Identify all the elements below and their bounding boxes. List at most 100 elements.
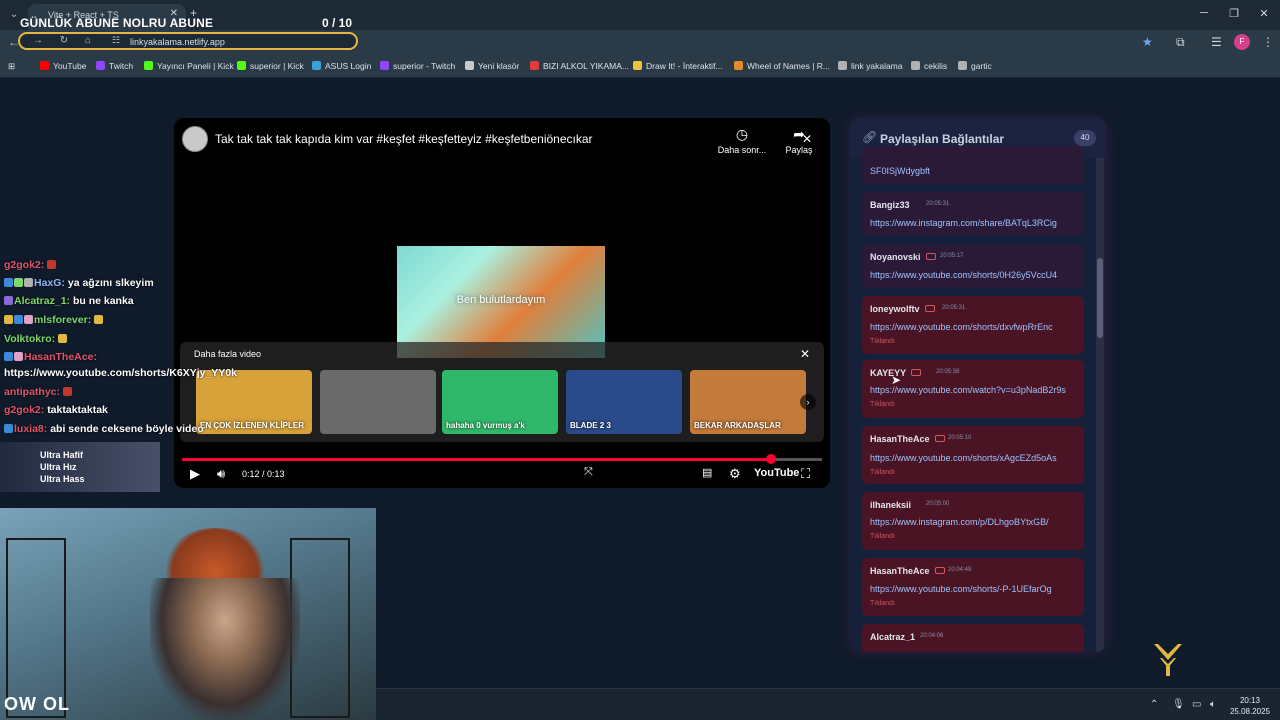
chevron-right-icon[interactable]: › xyxy=(800,394,816,410)
link-url[interactable]: https://www.instagram.com/p/DLhgoBYtxGB/ xyxy=(870,517,1049,527)
video-close-icon[interactable]: ✕ xyxy=(802,132,812,146)
menu-icon[interactable]: ⋮ xyxy=(1262,35,1274,49)
bookmark-wheel[interactable]: Wheel of Names | R... xyxy=(734,61,830,71)
link-user: HasanTheAce xyxy=(870,434,945,444)
video-player[interactable]: Tak tak tak tak kapıda kim var #keşfet #… xyxy=(174,118,830,488)
link-time: 20:05:31 xyxy=(926,201,950,207)
bookmark-link-yakalama[interactable]: link yakalama xyxy=(838,61,903,71)
video-caption: Ben bulutlardayım xyxy=(456,294,546,306)
chat-message: HaxG: ya ağzını slkeyim xyxy=(4,277,154,289)
emote-icon xyxy=(62,387,72,396)
chat-message: Alcatraz_1: bu ne kanka xyxy=(4,295,134,307)
link-item[interactable]: SF0ISjWdygbft xyxy=(862,146,1084,184)
bookmark-cekilis[interactable]: cekilis xyxy=(911,61,947,71)
video-thumbnail[interactable]: EN ÇOK İZLENEN KLİPLER xyxy=(196,370,312,434)
youtube-logo[interactable]: YouTube xyxy=(754,467,799,479)
link-item[interactable]: ilhaneksii 20:05:00 https://www.instagra… xyxy=(862,492,1084,550)
autoplay-icon[interactable]: ⤧ xyxy=(584,466,593,479)
bookmark-draw-it[interactable]: Draw It! - İnteraktif... xyxy=(633,61,723,71)
forward-icon[interactable]: → xyxy=(30,35,46,46)
chat-message: luxia8: abi sende ceksene böyle video xyxy=(4,423,204,435)
video-thumbnail[interactable]: hahaha 0 vurmuş a'k xyxy=(442,370,558,434)
bookmark-star-icon[interactable]: ★ xyxy=(1142,35,1153,49)
bookmark-alkol[interactable]: BIZI ALKOL YIKAMA... xyxy=(530,61,629,71)
tray-chevron-up-icon[interactable]: ⌃ xyxy=(1150,699,1158,710)
maximize-icon[interactable]: ❐ xyxy=(1224,7,1244,20)
bookmark-folder[interactable]: Yeni klasör xyxy=(465,61,519,71)
link-url[interactable]: SF0ISjWdygbft xyxy=(870,166,930,176)
video-thumbnail[interactable]: BLADE 2 3 xyxy=(566,370,682,434)
link-item[interactable]: HasanTheAce 20:05:10 https://www.youtube… xyxy=(862,426,1084,484)
reload-icon[interactable]: ↻ xyxy=(56,35,72,46)
speaker-icon[interactable]: 🔈︎ xyxy=(1210,699,1216,710)
home-icon[interactable]: ⌂ xyxy=(80,35,96,46)
microphone-icon[interactable]: 🎙︎ xyxy=(1172,699,1185,710)
bookmark-twitch[interactable]: Twitch xyxy=(96,61,133,71)
bookmark-superior-twitch[interactable]: superior - Twitch xyxy=(380,61,455,71)
webcam-feed: OW OL xyxy=(0,508,376,720)
tab-bar: ⌄ Vite + React + TS ✕ + GÜNLÜK ABUNE NOL… xyxy=(0,0,1280,30)
link-item[interactable]: loneywolftv 20:05:31 https://www.youtube… xyxy=(862,296,1084,354)
link-item[interactable]: Noyanovski 20:05:17 https://www.youtube.… xyxy=(862,244,1084,288)
url-text: linkyakalama.netlify.app xyxy=(130,37,225,47)
progress-knob[interactable] xyxy=(765,454,776,464)
network-icon[interactable]: ▭ xyxy=(1192,699,1201,710)
link-item[interactable]: Bangiz33 20:05:31 https://www.instagram.… xyxy=(862,192,1084,236)
apps-grid-icon[interactable]: ⊞ xyxy=(8,61,15,72)
panel-scrollbar[interactable] xyxy=(1096,158,1104,652)
video-thumbnail[interactable]: BEKAR ARKADAŞLAR xyxy=(690,370,806,434)
youtube-badge-icon xyxy=(934,567,945,574)
captions-icon[interactable]: ▤ xyxy=(702,466,712,479)
video-thumbnail[interactable] xyxy=(320,370,436,434)
watch-later-button[interactable]: ◷ Daha sonr... xyxy=(714,126,770,155)
kick-icon xyxy=(237,61,246,70)
clock-icon: ◷ xyxy=(735,126,749,142)
youtube-badge-icon xyxy=(934,435,945,442)
channel-avatar[interactable] xyxy=(182,126,208,152)
link-item[interactable]: HasanTheAce 20:04:49 https://www.youtube… xyxy=(862,558,1084,616)
window-close-icon[interactable]: ✕ xyxy=(1254,7,1274,20)
link-url[interactable]: https://www.youtube.com/shorts/xAgcEZd5o… xyxy=(870,453,1057,463)
clicked-status: Tıklandı xyxy=(870,533,895,540)
fullscreen-icon[interactable]: ⛶ xyxy=(801,466,810,482)
chat-message: HasanTheAce: xyxy=(4,351,97,363)
minimize-icon[interactable]: ─ xyxy=(1194,7,1214,19)
link-url[interactable]: https://www.youtube.com/shorts/dxvfwpRrE… xyxy=(870,322,1053,332)
bookmark-gartic[interactable]: gartic xyxy=(958,61,992,71)
link-url[interactable]: https://www.youtube.com/shorts/0H26y5Vcc… xyxy=(870,270,1057,280)
volume-icon[interactable]: 🔊︎ xyxy=(217,466,225,482)
link-item[interactable]: KAYEYY 20:05:38 https://www.youtube.com/… xyxy=(862,360,1084,418)
progress-bar[interactable] xyxy=(182,454,822,464)
wheel-icon xyxy=(734,61,743,70)
emote-icon xyxy=(58,334,68,343)
brand-logo-icon xyxy=(1154,644,1182,676)
link-item[interactable]: Alcatraz_1 20:04:06 xyxy=(862,624,1084,652)
site-info-icon[interactable]: ☷ xyxy=(108,35,124,46)
more-videos-close-icon[interactable]: ✕ xyxy=(800,347,810,361)
bookmark-asus[interactable]: ASUS Login xyxy=(312,61,371,71)
scroll-thumb[interactable] xyxy=(1097,258,1103,338)
extensions-icon[interactable]: ⧉ xyxy=(1176,35,1185,50)
media-controls-icon[interactable]: ☰ xyxy=(1211,35,1222,49)
video-title[interactable]: Tak tak tak tak kapıda kim var #keşfet #… xyxy=(215,132,593,146)
bookmark-kick-panel[interactable]: Yayıncı Paneli | Kick xyxy=(144,61,234,71)
link-url[interactable]: https://www.youtube.com/shorts/-P-1UEfar… xyxy=(870,584,1052,594)
draw-icon xyxy=(633,61,642,70)
bookmark-superior-kick[interactable]: superior | Kick xyxy=(237,61,304,71)
link-time: 20:05:10 xyxy=(948,435,972,441)
webcam-brand: OW OL xyxy=(4,694,70,714)
system-clock[interactable]: 20:13 25.08.2025 xyxy=(1228,695,1272,717)
bookmark-youtube[interactable]: YouTube xyxy=(40,61,86,71)
link-url[interactable]: https://www.instagram.com/share/BATqL3RC… xyxy=(870,218,1057,228)
profile-avatar[interactable]: F xyxy=(1234,34,1250,50)
twitch-icon xyxy=(96,61,105,70)
youtube-icon xyxy=(40,61,49,70)
play-icon[interactable]: ▶ xyxy=(190,466,200,482)
link-user: ilhaneksii xyxy=(870,500,912,510)
badge-icon xyxy=(4,278,13,287)
address-bar[interactable]: → ↻ ⌂ ☷ linkyakalama.netlify.app xyxy=(18,32,358,50)
settings-gear-icon[interactable]: ⚙ xyxy=(729,466,741,482)
share-button[interactable]: ➦ Paylaş xyxy=(780,126,818,155)
mouse-cursor-icon: ➤ xyxy=(891,373,902,387)
ad-line: Ultra Hass xyxy=(40,474,85,484)
